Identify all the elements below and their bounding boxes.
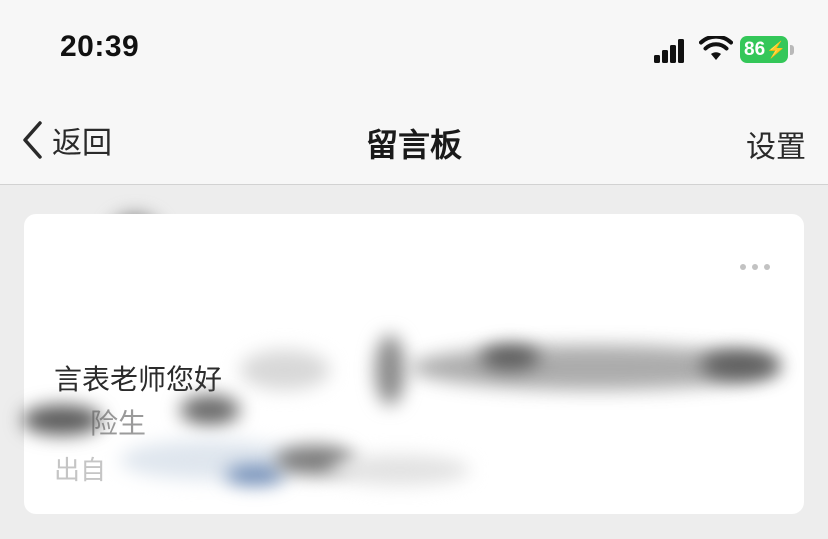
- redacted-text: [225, 465, 285, 485]
- redacted-text: [180, 395, 240, 425]
- settings-button[interactable]: 设置: [746, 122, 806, 166]
- status-bar: 20:39 86⚡: [0, 0, 828, 96]
- redacted-text: [700, 350, 780, 380]
- charging-bolt-icon: ⚡: [766, 42, 787, 59]
- more-options-button[interactable]: [740, 257, 780, 277]
- message-text-line1: 言表老师您好: [54, 363, 223, 396]
- redacted-text: [22, 405, 102, 435]
- redacted-text: [240, 350, 330, 390]
- redacted-text: [375, 335, 405, 405]
- battery-charging-icon: 86⚡: [740, 36, 788, 63]
- redacted-text: [330, 455, 470, 485]
- message-text-line3: 出自: [54, 456, 107, 486]
- cellular-signal-icon: [654, 37, 690, 63]
- more-horizontal-icon: [740, 264, 746, 270]
- battery-level: 86: [744, 39, 766, 60]
- status-time: 20:39: [60, 30, 140, 63]
- redacted-text: [480, 345, 540, 370]
- navigation-bar: 返回 留言板 设置: [0, 96, 828, 185]
- page-title: 留言板: [365, 126, 462, 164]
- wifi-icon: [699, 36, 733, 60]
- battery-cap: [790, 45, 794, 55]
